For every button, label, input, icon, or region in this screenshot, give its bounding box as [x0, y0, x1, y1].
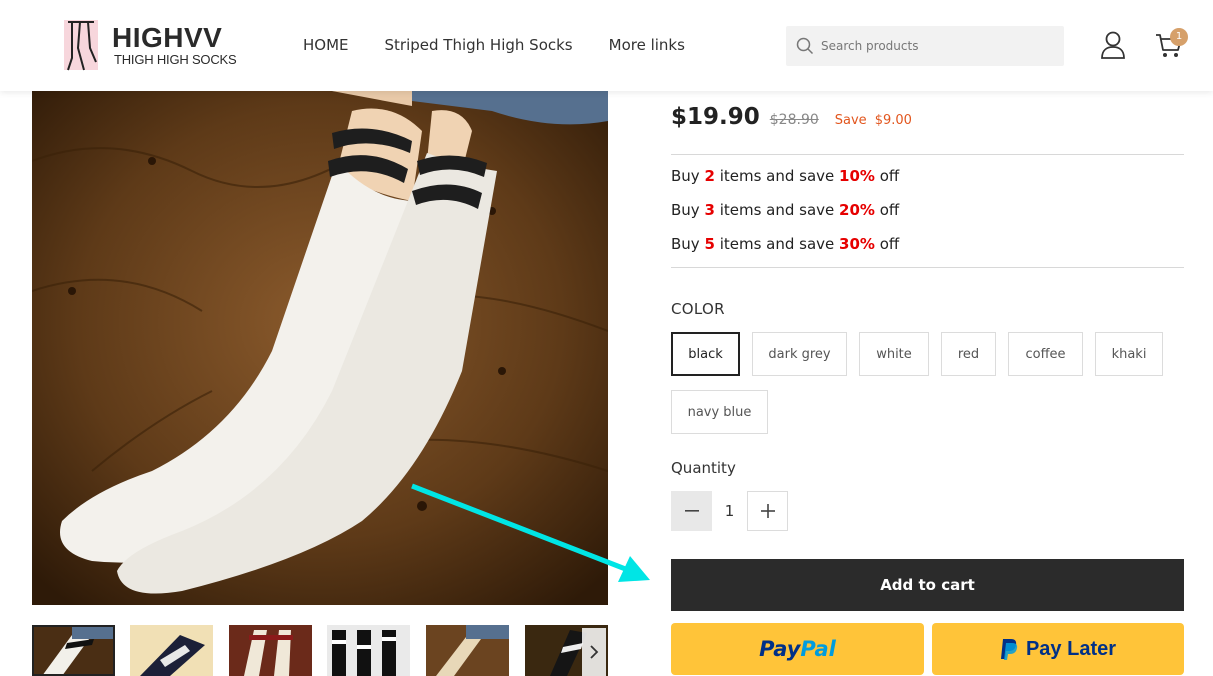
- tier-percent: 30%: [839, 235, 875, 253]
- nav-striped-thigh-high-socks[interactable]: Striped Thigh High Socks: [385, 36, 573, 54]
- price-row: $19.90 $28.90 Save $9.00: [671, 104, 912, 130]
- color-option-navy-blue[interactable]: navy blue: [671, 390, 768, 434]
- paypal-logo: PayPal: [759, 637, 836, 661]
- quantity-increase-button[interactable]: [747, 491, 788, 531]
- thumbnail-next-button[interactable]: [582, 628, 606, 676]
- chevron-right-icon: [590, 645, 599, 659]
- color-option-coffee[interactable]: coffee: [1008, 332, 1083, 376]
- minus-icon: [684, 510, 699, 512]
- tier-qty: 5: [704, 235, 715, 253]
- color-option-black[interactable]: black: [671, 332, 740, 376]
- tier-prefix: Buy: [671, 235, 700, 253]
- discount-tier-1: Buy 2 items and save 10% off: [671, 167, 899, 185]
- logo-mark-icon: [64, 20, 98, 71]
- main-nav: HOME Striped Thigh High Socks More links: [303, 36, 685, 54]
- tier-suffix: off: [879, 201, 900, 219]
- logo-subtitle: THIGH HIGH SOCKS: [114, 52, 237, 67]
- tier-suffix: off: [879, 235, 900, 253]
- divider: [671, 154, 1184, 155]
- color-option-red[interactable]: red: [941, 332, 996, 376]
- paypal-word-pay: Pay: [759, 637, 801, 661]
- quantity-decrease-button[interactable]: [671, 491, 712, 531]
- quantity-value[interactable]: 1: [712, 491, 747, 531]
- product-main-image[interactable]: [32, 91, 608, 605]
- thumbnail-2[interactable]: [130, 625, 213, 676]
- tier-prefix: Buy: [671, 167, 700, 185]
- pay-later-label: Pay Later: [1025, 637, 1117, 660]
- nav-more-links[interactable]: More links: [609, 36, 685, 54]
- logo-title: HIGHVV: [112, 22, 223, 53]
- search-icon[interactable]: [796, 37, 814, 55]
- product-photo: [32, 91, 608, 605]
- compare-price: $28.90: [769, 112, 819, 128]
- tier-middle: items and save: [719, 235, 835, 253]
- logo[interactable]: HIGHVV THIGH HIGH SOCKS: [62, 18, 242, 74]
- tier-prefix: Buy: [671, 201, 700, 219]
- paypal-button[interactable]: PayPal: [671, 623, 924, 675]
- discount-tier-3: Buy 5 items and save 30% off: [671, 235, 899, 253]
- color-option-khaki[interactable]: khaki: [1095, 332, 1163, 376]
- save-amount: $9.00: [874, 113, 912, 128]
- color-option-dark-grey[interactable]: dark grey: [752, 332, 847, 376]
- save-label: Save: [834, 113, 867, 128]
- color-label: COLOR: [671, 300, 725, 318]
- thumbnail-strip: [32, 625, 608, 676]
- thumbnail-5[interactable]: [426, 625, 509, 676]
- search-box: [786, 26, 1064, 66]
- quantity-label: Quantity: [671, 459, 736, 477]
- tier-middle: items and save: [719, 201, 835, 219]
- tier-qty: 3: [704, 201, 715, 219]
- color-option-white[interactable]: white: [859, 332, 929, 376]
- tier-percent: 10%: [839, 167, 875, 185]
- cart-count-badge: 1: [1170, 28, 1188, 46]
- add-to-cart-button[interactable]: Add to cart: [671, 559, 1184, 611]
- search-input[interactable]: [821, 26, 1056, 66]
- tier-middle: items and save: [719, 167, 835, 185]
- tier-qty: 2: [704, 167, 715, 185]
- discount-tier-2: Buy 3 items and save 20% off: [671, 201, 899, 219]
- site-header: HIGHVV THIGH HIGH SOCKS HOME Striped Thi…: [0, 0, 1213, 91]
- nav-home[interactable]: HOME: [303, 36, 349, 54]
- current-price: $19.90: [671, 104, 760, 130]
- tier-percent: 20%: [839, 201, 875, 219]
- paypal-pay-later-button[interactable]: Pay Later: [932, 623, 1184, 675]
- divider: [671, 267, 1184, 268]
- account-icon[interactable]: [1100, 31, 1126, 59]
- tier-suffix: off: [879, 167, 900, 185]
- thumbnail-3[interactable]: [229, 625, 312, 676]
- thumbnail-4[interactable]: [327, 625, 410, 676]
- paypal-p-icon: [1000, 639, 1018, 660]
- thumbnail-1[interactable]: [32, 625, 115, 676]
- paypal-word-pal: Pal: [800, 637, 836, 661]
- plus-icon: [760, 504, 775, 518]
